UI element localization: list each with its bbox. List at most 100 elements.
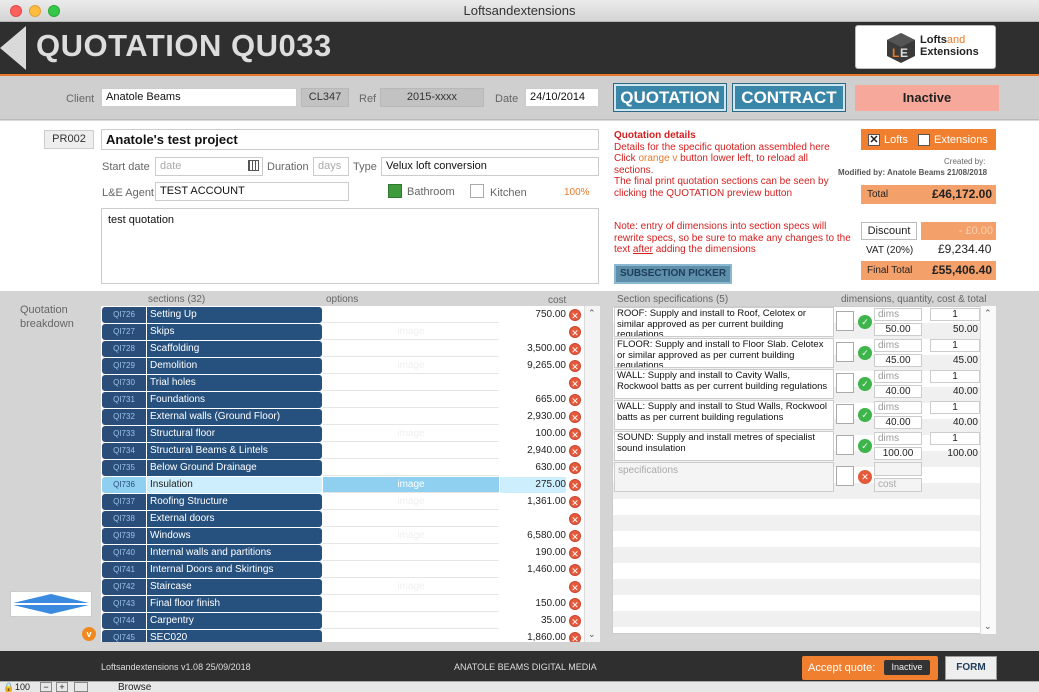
new-spec-delete-icon[interactable]: ✕ [858, 470, 872, 484]
section-cost[interactable]: 2,930.00 [500, 409, 566, 425]
section-option[interactable]: image [323, 477, 499, 493]
reorder-control[interactable] [10, 591, 92, 617]
section-row[interactable]: QI743 Final floor finish 150.00 ✕ [102, 596, 600, 612]
delete-section-icon[interactable]: ✕ [569, 496, 581, 508]
delete-section-icon[interactable]: ✕ [569, 445, 581, 457]
spec-checkbox[interactable] [836, 311, 854, 331]
spec-cost-field[interactable]: 40.00 [874, 416, 922, 429]
spec-quantity-field[interactable]: 1 [930, 339, 980, 352]
spec-quantity-field[interactable]: 1 [930, 370, 980, 383]
section-name[interactable]: Structural floor [147, 426, 322, 442]
accept-quote-toggle[interactable]: Inactive [884, 660, 930, 675]
lofts-checkbox[interactable]: ✕ [868, 134, 880, 146]
section-row[interactable]: QI734 Structural Beams & Lintels 2,940.00 ✕ [102, 443, 600, 459]
section-cost[interactable]: 150.00 [500, 596, 566, 612]
section-row[interactable]: QI745 SEC020 1,860.00 ✕ [102, 630, 600, 642]
section-option[interactable] [323, 392, 499, 408]
client-name-field[interactable]: Anatole Beams [101, 88, 297, 107]
ref-field[interactable]: 2015-xxxx [380, 88, 484, 107]
section-option[interactable]: image [323, 579, 499, 595]
bathroom-checkbox[interactable] [388, 184, 402, 198]
section-cost[interactable]: 9,265.00 [500, 358, 566, 374]
section-option[interactable] [323, 460, 499, 476]
section-name[interactable]: Skips [147, 324, 322, 340]
new-spec-cost[interactable]: cost [874, 478, 922, 492]
delete-section-icon[interactable]: ✕ [569, 581, 581, 593]
section-option[interactable]: image [323, 426, 499, 442]
spec-checkbox[interactable] [836, 404, 854, 424]
section-name[interactable]: Roofing Structure [147, 494, 322, 510]
section-row[interactable]: QI744 Carpentry 35.00 ✕ [102, 613, 600, 629]
section-cost[interactable] [500, 375, 566, 391]
section-name[interactable]: Demolition [147, 358, 322, 374]
section-option[interactable]: image [323, 494, 499, 510]
check-icon[interactable]: ✓ [858, 377, 872, 391]
section-name[interactable]: Insulation [147, 477, 322, 493]
section-cost[interactable]: 1,460.00 [500, 562, 566, 578]
section-name[interactable]: External walls (Ground Floor) [147, 409, 322, 425]
section-cost[interactable]: 665.00 [500, 392, 566, 408]
delete-section-icon[interactable]: ✕ [569, 462, 581, 474]
delete-section-icon[interactable]: ✕ [569, 564, 581, 576]
spec-text[interactable]: FLOOR: Supply and install to Floor Slab.… [614, 338, 834, 368]
section-name[interactable]: Carpentry [147, 613, 322, 629]
section-cost[interactable]: 3,500.00 [500, 341, 566, 357]
section-cost[interactable]: 275.00 [500, 477, 566, 493]
delete-section-icon[interactable]: ✕ [569, 360, 581, 372]
duration-field[interactable]: days [313, 157, 349, 176]
delete-section-icon[interactable]: ✕ [569, 632, 581, 642]
spec-dims-field[interactable]: dims [874, 339, 922, 352]
new-spec-field[interactable]: specifications [614, 462, 834, 492]
delete-section-icon[interactable]: ✕ [569, 530, 581, 542]
zoom-in-button[interactable]: + [56, 682, 68, 692]
section-option[interactable] [323, 511, 499, 527]
delete-section-icon[interactable]: ✕ [569, 377, 581, 389]
spec-dims-field[interactable]: dims [874, 432, 922, 445]
delete-section-icon[interactable]: ✕ [569, 394, 581, 406]
section-row[interactable]: QI739 Windows image 6,580.00 ✕ [102, 528, 600, 544]
section-cost[interactable]: 630.00 [500, 460, 566, 476]
delete-section-icon[interactable]: ✕ [569, 309, 581, 321]
section-cost[interactable] [500, 579, 566, 595]
section-cost[interactable]: 6,580.00 [500, 528, 566, 544]
minimize-window-button[interactable] [29, 5, 41, 17]
section-row[interactable]: QI731 Foundations 665.00 ✕ [102, 392, 600, 408]
delete-section-icon[interactable]: ✕ [569, 428, 581, 440]
reload-sections-button[interactable]: v [82, 627, 96, 641]
section-row[interactable]: QI740 Internal walls and partitions 190.00… [102, 545, 600, 561]
spec-cost-field[interactable]: 45.00 [874, 354, 922, 367]
agent-field[interactable]: TEST ACCOUNT [155, 182, 349, 201]
contract-button[interactable]: CONTRACT [732, 83, 846, 112]
section-option[interactable] [323, 562, 499, 578]
section-row[interactable]: QI736 Insulation image 275.00 ✕ [102, 477, 600, 493]
start-date-field[interactable]: date [155, 157, 263, 176]
section-option[interactable] [323, 613, 499, 629]
section-name[interactable]: Final floor finish [147, 596, 322, 612]
section-option[interactable]: image [323, 528, 499, 544]
section-name[interactable]: Structural Beams & Lintels [147, 443, 322, 459]
section-row[interactable]: QI742 Staircase image ✕ [102, 579, 600, 595]
extensions-checkbox[interactable] [918, 134, 930, 146]
section-option[interactable]: image [323, 324, 499, 340]
form-button[interactable]: FORM [945, 656, 997, 680]
check-icon[interactable]: ✓ [858, 315, 872, 329]
section-row[interactable]: QI741 Internal Doors and Skirtings 1,460.0… [102, 562, 600, 578]
type-field[interactable]: Velux loft conversion [381, 157, 599, 176]
section-row[interactable]: QI733 Structural floor image 100.00 ✕ [102, 426, 600, 442]
check-icon[interactable]: ✓ [858, 408, 872, 422]
section-name[interactable]: Foundations [147, 392, 322, 408]
section-cost[interactable]: 1,860.00 [500, 630, 566, 642]
section-row[interactable]: QI726 Setting Up 750.00 ✕ [102, 307, 600, 323]
delete-section-icon[interactable]: ✕ [569, 479, 581, 491]
spec-text[interactable]: SOUND: Supply and install metres of spec… [614, 431, 834, 461]
discount-field[interactable]: - £0.00 [921, 222, 996, 240]
spec-quantity-field[interactable]: 1 [930, 308, 980, 321]
delete-section-icon[interactable]: ✕ [569, 615, 581, 627]
section-option[interactable] [323, 443, 499, 459]
section-name[interactable]: Scaffolding [147, 341, 322, 357]
new-spec-dims[interactable] [874, 462, 922, 476]
spec-checkbox[interactable] [836, 373, 854, 393]
specs-scrollbar[interactable]: ⌃ ⌄ [980, 306, 996, 634]
scroll-down-icon[interactable]: ⌄ [588, 629, 596, 640]
section-row[interactable]: QI728 Scaffolding 3,500.00 ✕ [102, 341, 600, 357]
